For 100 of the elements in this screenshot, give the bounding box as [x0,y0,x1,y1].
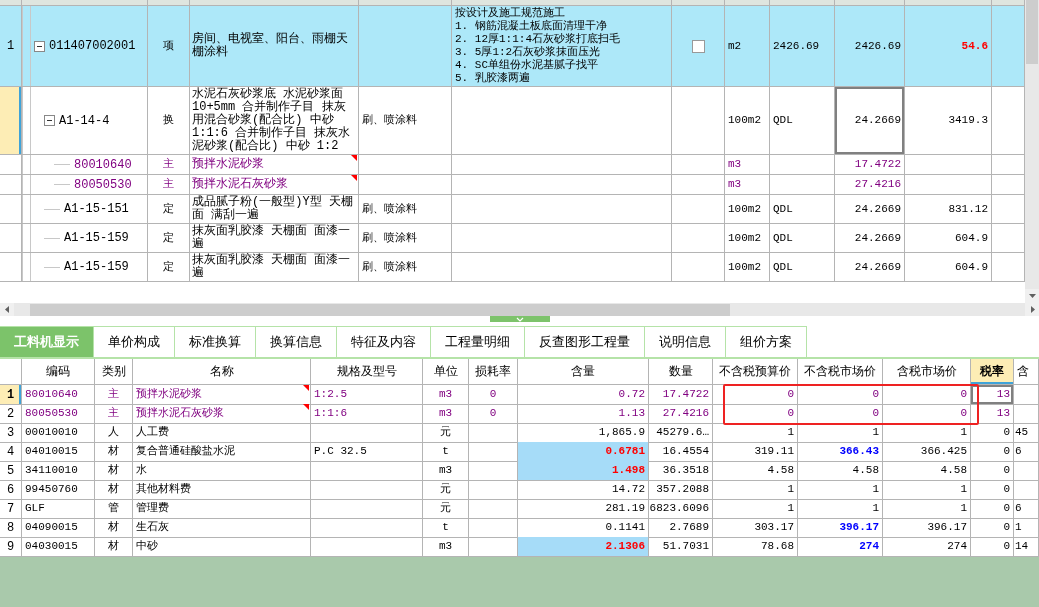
tab[interactable]: 换算信息 [256,326,337,357]
table-cell: P.C 32.5 [311,442,423,462]
column-header[interactable]: 不含税市场价 [798,359,883,385]
table-cell [469,499,518,519]
row-header[interactable] [0,87,22,155]
row-header[interactable]: 9 [0,537,22,557]
table-cell: 1 [713,480,798,500]
item-name: 预拌水泥砂浆 [192,158,264,171]
table-cell: 0 [971,461,1014,481]
item-code: A1-14-4 [59,113,110,128]
row-header[interactable]: 4 [0,442,22,462]
table-cell: 6 [1014,499,1039,519]
resource-name: 管理费 [136,502,169,515]
table-cell: 6823.6096 [649,499,713,519]
column-header[interactable]: 数量 [649,359,713,385]
table-cell: 17.4722 [649,385,713,405]
column-header[interactable]: 规格及型号 [311,359,423,385]
table-cell: 396.17 [883,518,971,538]
table-cell: 281.19 [518,499,649,519]
column-header[interactable]: 编码 [22,359,95,385]
table-cell: 0 [971,499,1014,519]
tab[interactable]: 特征及内容 [337,326,431,357]
horizontal-scrollbar[interactable] [0,303,1039,316]
checkbox[interactable] [691,39,705,53]
table-cell: 0 [713,385,798,405]
column-header[interactable]: 类别 [95,359,133,385]
table-cell: 16.4554 [649,442,713,462]
item-name: 预拌水泥石灰砂浆 [192,178,288,191]
column-header[interactable]: 单位 [423,359,469,385]
scroll-left-icon[interactable] [2,305,12,314]
table-cell: 274 [883,537,971,557]
table-cell: 主 [95,404,133,424]
collapse-icon[interactable] [34,40,45,52]
column-header[interactable]: 含量 [518,359,649,385]
splitter-handle[interactable] [489,316,550,322]
column-header[interactable]: 含 [1014,359,1039,385]
table-cell: 1 [713,423,798,443]
tab[interactable]: 组价方案 [726,326,807,357]
item-code: 80010640 [74,157,132,172]
table-cell: 04010015 [22,442,95,462]
table-cell: t [423,442,469,462]
row-header[interactable]: 7 [0,499,22,519]
column-header[interactable]: 税率 [971,359,1014,385]
item-name: 抹灰面乳胶漆 天棚面 面漆一遍 [192,254,352,280]
table-cell: 0 [713,404,798,424]
table-cell: QDL [770,253,835,282]
item-code: 80050530 [74,177,132,192]
table-cell: m3 [423,537,469,557]
tab[interactable]: 反查图形工程量 [525,326,645,357]
scrollbar-thumb[interactable] [1026,0,1038,64]
table-cell: 元 [423,480,469,500]
tree-line [44,237,60,239]
collapse-icon[interactable] [44,115,55,126]
table-cell: 材 [95,537,133,557]
row-header[interactable]: 6 [0,480,22,500]
table-cell [672,253,725,282]
tab[interactable]: 标准换算 [175,326,256,357]
table-cell: 材 [95,480,133,500]
table-cell: 0 [469,404,518,424]
column-header[interactable]: 名称 [133,359,311,385]
table-cell: 材 [95,518,133,538]
table-cell: 0 [971,442,1014,462]
row-header[interactable]: 8 [0,518,22,538]
comment-marker [351,155,357,161]
table-cell: 303.17 [713,518,798,538]
table-cell: 0 [883,385,971,405]
table-cell: 396.17 [798,518,883,538]
table-cell: 13 [971,385,1014,405]
table-cell: 刷、喷涂料 [359,253,452,282]
row-number: 2 [6,406,15,421]
table-cell: 0 [798,385,883,405]
row-header[interactable]: 2 [0,404,22,424]
table-cell: 04030015 [22,537,95,557]
table-cell: 24.2669 [835,87,905,155]
tab[interactable]: 说明信息 [645,326,726,357]
tab[interactable]: 单价构成 [94,326,175,357]
table-cell: 99450760 [22,480,95,500]
table-cell: 27.4216 [649,404,713,424]
row-header[interactable]: 5 [0,461,22,481]
table-cell [1014,404,1039,424]
table-cell: 604.9 [905,253,992,282]
row-number: 6 [6,482,15,497]
row-number: 7 [6,501,15,516]
table-cell: GLF [22,499,95,519]
row-header[interactable]: 1 [0,385,22,405]
item-name: 房间、电视室、阳台、雨棚天棚涂料 [192,33,349,59]
table-cell: 80010640 [22,385,95,405]
scrollbar-thumb[interactable] [30,303,730,316]
vertical-scrollbar[interactable] [1025,0,1039,303]
tab[interactable]: 工程量明细 [431,326,525,357]
column-header[interactable]: 损耗率 [469,359,518,385]
table-cell: m3 [423,385,469,405]
table-cell: 2.1306 [518,537,649,557]
row-header[interactable]: 3 [0,423,22,443]
table-cell: 4.58 [798,461,883,481]
column-header[interactable]: 不含税预算价 [713,359,798,385]
table-cell: 2426.69 [835,6,905,87]
table-cell: 100m2 [725,253,770,282]
resource-name: 生石灰 [136,521,169,534]
item-name: 成品腻子粉(一般型)Y型 天棚面 满刮一遍 [192,196,354,222]
